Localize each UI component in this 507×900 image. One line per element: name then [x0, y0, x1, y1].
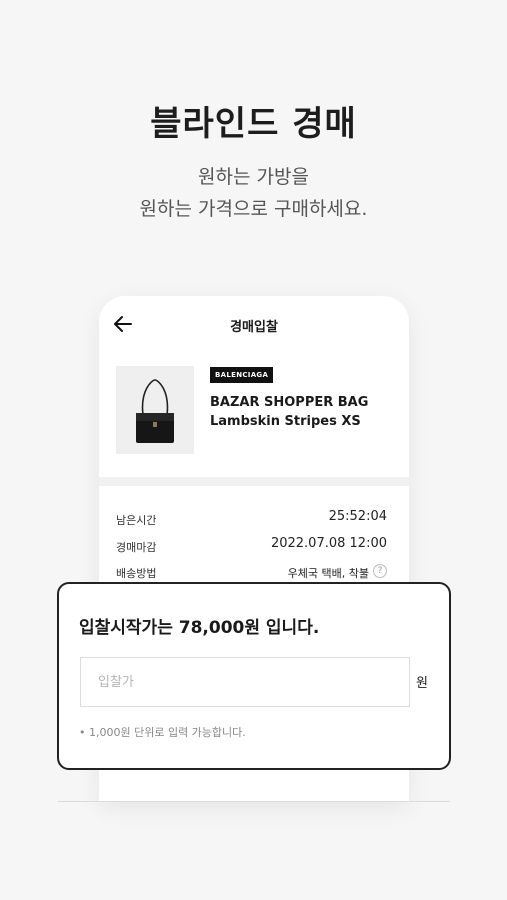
- product-name-line2: Lambskin Stripes XS: [210, 414, 361, 429]
- page-title: 경매입찰: [230, 320, 278, 335]
- info-value: 우체국 택배, 착불: [287, 567, 369, 580]
- product-image: [116, 366, 194, 454]
- info-row-auction-end: 경매마감 2022.07.08 12:00: [116, 536, 387, 556]
- promo-subtitle-line2: 원하는 가격으로 구매하세요.: [139, 198, 368, 220]
- bid-card: 입찰시작가는 78,000원 입니다. 원 • 1,000원 단위로 입력 가능…: [57, 582, 451, 770]
- info-row-remaining-time: 남은시간 25:52:04: [116, 509, 387, 529]
- product-name: BAZAR SHOPPER BAG Lambskin Stripes XS: [210, 393, 368, 431]
- bid-start-price: 입찰시작가는 78,000원 입니다.: [79, 618, 320, 638]
- product-name-line1: BAZAR SHOPPER BAG: [210, 395, 369, 410]
- top-bar: 경매입찰: [99, 296, 409, 352]
- promo-subtitle-line1: 원하는 가방을: [198, 166, 309, 188]
- currency-unit: 원: [416, 676, 428, 691]
- info-value: 2022.07.08 12:00: [270, 536, 387, 551]
- info-value: 25:52:04: [328, 509, 387, 524]
- info-row-shipping: 배송방법 우체국 택배, 착불 ?: [116, 562, 387, 582]
- bid-price-input[interactable]: [80, 657, 410, 707]
- section-divider: [99, 477, 409, 486]
- help-icon[interactable]: ?: [373, 564, 387, 578]
- info-label: 남은시간: [116, 514, 157, 527]
- promo-headline: 블라인드 경매: [150, 104, 357, 144]
- bid-unit-note: • 1,000원 단위로 입력 가능합니다.: [79, 726, 246, 739]
- brand-badge: BALENCIAGA: [210, 367, 274, 383]
- info-label: 경매마감: [116, 541, 157, 554]
- info-label: 배송방법: [116, 567, 157, 580]
- base-line: [58, 801, 450, 802]
